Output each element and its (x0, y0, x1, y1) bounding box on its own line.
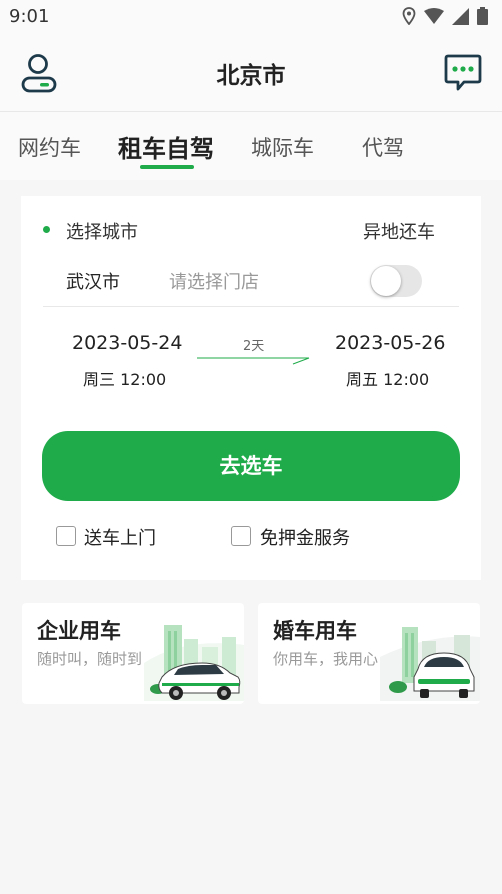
enterprise-car-card[interactable]: 企业用车 随时叫，随时到 (22, 603, 244, 704)
return-other-toggle[interactable] (370, 265, 422, 297)
city-selector[interactable]: 武汉市 (66, 268, 120, 294)
status-bar: 9:01 (0, 0, 502, 34)
message-icon (444, 54, 482, 91)
divider (43, 306, 459, 307)
app-header: 北京市 (0, 34, 502, 112)
wifi-icon (424, 7, 444, 24)
signal-icon (452, 7, 469, 25)
return-other-label: 异地还车 (363, 222, 435, 243)
rental-card: 选择城市 异地还车 武汉市 请选择门店 2023-05-24 周三 12:00 … (21, 196, 481, 580)
location-icon (402, 7, 416, 25)
pickup-date[interactable]: 2023-05-24 (72, 332, 182, 354)
tab-self-drive-rental[interactable]: 租车自驾 (118, 129, 214, 164)
status-time: 9:01 (9, 6, 50, 27)
arrow-right-icon (197, 357, 310, 365)
deposit-free-checkbox[interactable] (231, 526, 251, 546)
status-icons (402, 7, 488, 25)
deposit-free-label[interactable]: 免押金服务 (260, 524, 350, 550)
promo-desc: 随时叫，随时到 (37, 650, 143, 668)
choose-car-button[interactable]: 去选车 (42, 431, 460, 501)
battery-icon (477, 7, 488, 25)
delivery-label[interactable]: 送车上门 (84, 524, 156, 550)
dropoff-date[interactable]: 2023-05-26 (335, 332, 445, 354)
active-tab-indicator (140, 165, 194, 169)
promo-title: 企业用车 (37, 619, 121, 643)
dropoff-time[interactable]: 周五 12:00 (346, 366, 429, 390)
promo-desc: 你用车，我用心 (273, 650, 379, 668)
tab-designated-driver[interactable]: 代驾 (362, 132, 404, 162)
pickup-time[interactable]: 周三 12:00 (83, 366, 166, 390)
store-selector[interactable]: 请选择门店 (169, 268, 259, 294)
toggle-knob (371, 266, 401, 296)
wedding-car-card[interactable]: 婚车用车 你用车，我用心 (258, 603, 480, 704)
promo-title: 婚车用车 (273, 619, 357, 643)
service-tabs: 网约车 租车自驾 城际车 代驾 (0, 112, 502, 180)
message-button[interactable] (442, 52, 484, 94)
tab-ride-hailing[interactable]: 网约车 (18, 132, 81, 162)
city-dot-icon (43, 226, 50, 233)
rental-duration: 2天 (243, 339, 265, 354)
car-illustration-icon (144, 625, 244, 701)
page-title: 北京市 (216, 63, 286, 89)
delivery-checkbox[interactable] (56, 526, 76, 546)
car-illustration-icon (380, 627, 480, 701)
select-city-label: 选择城市 (66, 222, 138, 243)
tab-intercity[interactable]: 城际车 (251, 132, 314, 162)
